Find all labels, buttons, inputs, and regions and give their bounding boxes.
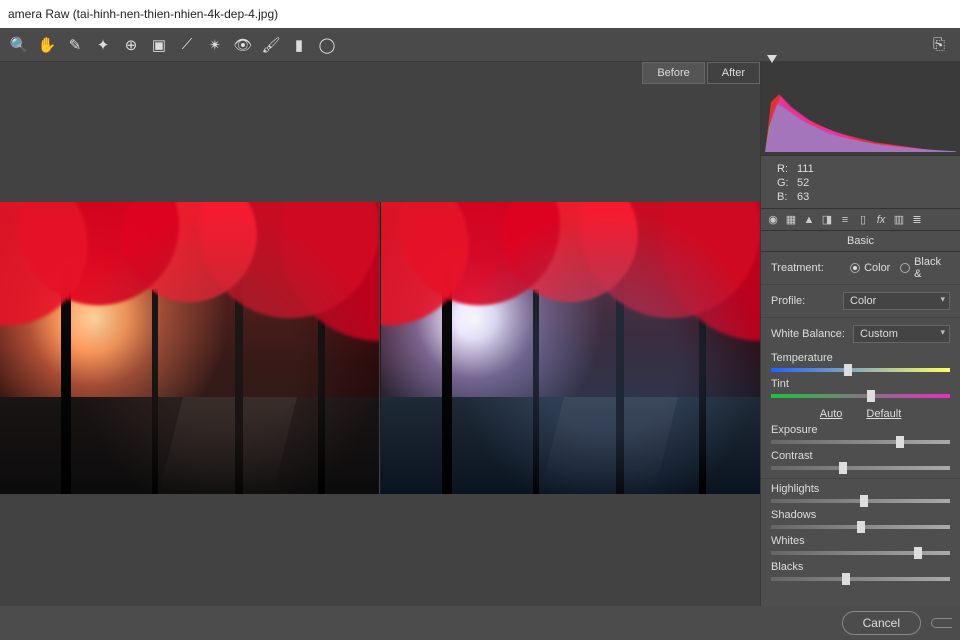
straighten-tool-icon[interactable]: ⟋ bbox=[174, 32, 200, 58]
spot-removal-icon[interactable]: ✴ bbox=[202, 32, 228, 58]
treatment-label: Treatment: bbox=[771, 262, 840, 274]
auto-link[interactable]: Auto bbox=[820, 408, 843, 420]
gradient-tool-icon[interactable]: ▮ bbox=[286, 32, 312, 58]
highlights-slider[interactable] bbox=[771, 499, 950, 503]
rgb-r-label: R: bbox=[777, 162, 797, 176]
wb-label: White Balance: bbox=[771, 328, 853, 340]
tab-before[interactable]: Before bbox=[642, 62, 704, 84]
right-panel: R:111 G:52 B:63 ◉ ▦ ▲ ◨ ≡ ▯ fx ▥ ≣ Basic… bbox=[760, 62, 960, 633]
blacks-label: Blacks bbox=[771, 561, 950, 573]
default-link[interactable]: Default bbox=[866, 408, 901, 420]
footer: Cancel bbox=[0, 606, 960, 640]
whites-slider[interactable] bbox=[771, 551, 950, 555]
histogram-clip-marker-icon[interactable] bbox=[767, 55, 777, 63]
shadows-slider[interactable] bbox=[771, 525, 950, 529]
preview-row bbox=[0, 202, 760, 494]
eyedropper-white-icon[interactable]: ✎ bbox=[62, 32, 88, 58]
treatment-bw-radio[interactable] bbox=[900, 263, 910, 273]
window-title: amera Raw (tai-hinh-nen-thien-nhien-4k-d… bbox=[8, 7, 278, 21]
temperature-label: Temperature bbox=[771, 352, 950, 364]
tint-label: Tint bbox=[771, 378, 950, 390]
tint-slider[interactable] bbox=[771, 394, 950, 398]
canvas-area: Before After bbox=[0, 62, 760, 633]
rgb-g-label: G: bbox=[777, 176, 797, 190]
treatment-row: Treatment: Color Black & bbox=[771, 256, 950, 280]
shadows-label: Shadows bbox=[771, 509, 950, 521]
temperature-slider[interactable] bbox=[771, 368, 950, 372]
profile-select[interactable]: Color bbox=[843, 292, 950, 310]
crop-tool-icon[interactable]: ▣ bbox=[146, 32, 172, 58]
hand-tool-icon[interactable]: ✋ bbox=[34, 32, 60, 58]
treatment-color-radio[interactable] bbox=[850, 263, 860, 273]
tab-calib-icon[interactable]: ▥ bbox=[891, 212, 907, 228]
export-icon[interactable]: ⎘ bbox=[926, 32, 952, 58]
treatment-bw-text[interactable]: Black & bbox=[914, 256, 950, 280]
rgb-g-value: 52 bbox=[797, 176, 809, 190]
tab-hsl-icon[interactable]: ◨ bbox=[819, 212, 835, 228]
histogram[interactable] bbox=[761, 62, 960, 156]
treatment-color-text[interactable]: Color bbox=[864, 262, 890, 274]
panel-section-title: Basic bbox=[761, 231, 960, 252]
tab-fx-icon[interactable]: fx bbox=[873, 212, 889, 228]
rgb-b-value: 63 bbox=[797, 190, 809, 204]
zoom-tool-icon[interactable]: 🔍 bbox=[6, 32, 32, 58]
exposure-slider[interactable] bbox=[771, 440, 950, 444]
preview-after[interactable] bbox=[380, 202, 760, 494]
radial-tool-icon[interactable]: ◯ bbox=[314, 32, 340, 58]
target-adjust-icon[interactable]: ⊕ bbox=[118, 32, 144, 58]
rgb-b-label: B: bbox=[777, 190, 797, 204]
cancel-button[interactable]: Cancel bbox=[842, 611, 921, 635]
blacks-slider[interactable] bbox=[771, 577, 950, 581]
title-bar: amera Raw (tai-hinh-nen-thien-nhien-4k-d… bbox=[0, 0, 960, 28]
brush-tool-icon[interactable]: 🖌 bbox=[258, 32, 284, 58]
tab-split-icon[interactable]: ≡ bbox=[837, 212, 853, 228]
wb-select[interactable]: Custom bbox=[853, 325, 950, 343]
compare-tabs: Before After bbox=[0, 62, 760, 84]
exposure-label: Exposure bbox=[771, 424, 950, 436]
toolbar: 🔍 ✋ ✎ ✦ ⊕ ▣ ⟋ ✴ 👁 🖌 ▮ ◯ ⎘ bbox=[0, 28, 960, 62]
tab-basic-icon[interactable]: ◉ bbox=[765, 212, 781, 228]
preview-before[interactable] bbox=[0, 202, 379, 494]
contrast-label: Contrast bbox=[771, 450, 950, 462]
panel-tabstrip: ◉ ▦ ▲ ◨ ≡ ▯ fx ▥ ≣ bbox=[761, 209, 960, 231]
tab-curve-icon[interactable]: ▦ bbox=[783, 212, 799, 228]
whites-label: Whites bbox=[771, 535, 950, 547]
contrast-slider[interactable] bbox=[771, 466, 950, 470]
tab-presets-icon[interactable]: ≣ bbox=[909, 212, 925, 228]
done-button[interactable] bbox=[931, 618, 952, 628]
rgb-r-value: 111 bbox=[797, 162, 814, 176]
rgb-readout: R:111 G:52 B:63 bbox=[761, 156, 960, 209]
main-area: Before After bbox=[0, 62, 960, 633]
profile-label: Profile: bbox=[771, 295, 843, 307]
tab-detail-icon[interactable]: ▲ bbox=[801, 212, 817, 228]
tab-after[interactable]: After bbox=[707, 62, 760, 84]
redeye-tool-icon[interactable]: 👁 bbox=[230, 32, 256, 58]
highlights-label: Highlights bbox=[771, 483, 950, 495]
tab-lens-icon[interactable]: ▯ bbox=[855, 212, 871, 228]
color-sampler-icon[interactable]: ✦ bbox=[90, 32, 116, 58]
